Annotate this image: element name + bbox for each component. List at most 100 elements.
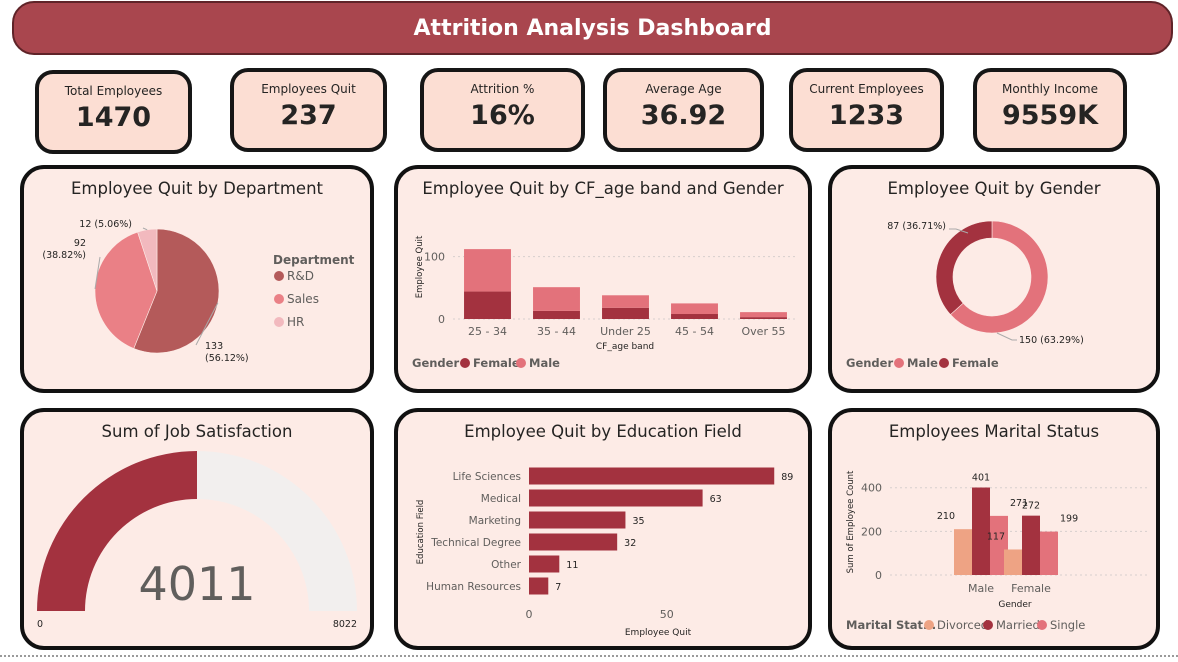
bar-female — [464, 291, 511, 319]
x-axis-label: CF_age band — [596, 342, 654, 352]
legend-title: Department — [273, 253, 355, 267]
legend-marker — [274, 317, 284, 327]
legend-marker — [516, 358, 526, 368]
dashboard-title: Attrition Analysis Dashboard — [413, 15, 772, 41]
pie-data-label: 12 (5.06%) — [79, 219, 132, 230]
donut-slice-female — [935, 220, 993, 316]
x-axis-label: Employee Quit — [625, 628, 692, 638]
x-axis-label: Gender — [998, 600, 1031, 610]
bar-male — [464, 249, 511, 292]
bar-single-female — [1040, 531, 1058, 575]
department-pie-chart[interactable]: 133(56.12%) 92(38.82%) 12 (5.06%) Departmen… — [24, 169, 370, 389]
y-axis-label: Education Field — [416, 500, 426, 565]
legend-label: Male — [907, 356, 938, 370]
kpi-label: Monthly Income — [1001, 82, 1099, 96]
bar-male — [533, 287, 580, 311]
y-axis-label: Sum of Employee Count — [846, 470, 856, 573]
panel-marital-status[interactable]: Employees Marital Status 0 200 400 210 401 27… — [828, 408, 1160, 650]
y-tick-label: Marketing — [469, 515, 521, 527]
bar-male — [740, 312, 787, 318]
x-tick-label: Under 25 — [600, 325, 651, 338]
education-field-bar-chart[interactable]: Life Sciences 89 Medical 63 Marketing 35 Techn… — [398, 412, 808, 646]
gender-donut-chart[interactable]: 150 (63.29%) 87 (36.71%) Gender Male Female — [832, 169, 1156, 389]
kpi-card-employees-quit[interactable]: Employees Quit 237 — [230, 68, 387, 152]
kpi-card-average-age[interactable]: Average Age 36.92 — [603, 68, 764, 152]
kpi-value: 36.92 — [640, 100, 727, 131]
y-tick-label: Human Resources — [426, 581, 521, 593]
bar-human-resources — [529, 577, 549, 595]
bar-data-label: 401 — [972, 473, 990, 484]
bar-male — [602, 295, 649, 308]
x-tick-label: 45 - 54 — [675, 325, 714, 338]
bar-data-label: 210 — [937, 511, 955, 522]
legend-marker — [983, 620, 993, 630]
y-tick-label: 0 — [438, 313, 445, 326]
legend-label: Female — [473, 356, 520, 370]
legend-title: Gender — [412, 356, 459, 370]
kpi-card-current-employees[interactable]: Current Employees 1233 — [789, 68, 944, 152]
bar-data-label: 11 — [566, 560, 578, 571]
x-tick-label: Male — [968, 582, 994, 595]
bar-female — [602, 307, 649, 319]
legend-label: HR — [287, 315, 304, 329]
panel-quit-by-department[interactable]: Employee Quit by Department 133 (56.12%) 9… — [20, 165, 374, 393]
marital-status-bar-chart[interactable]: 0200400210401271Male117272199FemaleGende… — [832, 412, 1156, 646]
bar-divorced-male — [954, 529, 972, 575]
y-tick-label: Other — [491, 559, 521, 571]
legend-title: Gender — [846, 356, 893, 370]
bar-data-label: 89 — [781, 472, 793, 483]
kpi-card-total-employees[interactable]: Total Employees 1470 — [35, 70, 192, 154]
y-axis-label: Employee Quit — [415, 235, 425, 298]
pie-data-label-percent: (38.82%) — [42, 250, 86, 261]
y-tick-label: 0 — [875, 569, 882, 582]
legend-marker — [274, 271, 284, 281]
dashboard-title-bar: Attrition Analysis Dashboard — [12, 1, 1173, 55]
x-tick-label: 50 — [660, 608, 674, 621]
bar-divorced-female — [1004, 549, 1022, 575]
y-tick-label: 100 — [424, 251, 445, 264]
panel-quit-by-gender[interactable]: Employee Quit by Gender 150 (63.29%) 87 (… — [828, 165, 1160, 393]
bar-data-label: 63 — [710, 494, 722, 505]
kpi-value: 9559K — [1001, 100, 1099, 131]
x-tick-label: 0 — [526, 608, 533, 621]
job-satisfaction-gauge[interactable]: 4011 0 8022 — [24, 412, 370, 646]
x-tick-label: Female — [1011, 582, 1051, 595]
legend-label: Single — [1050, 618, 1085, 632]
bar-data-label: 32 — [624, 538, 636, 549]
panel-quit-by-age-gender[interactable]: Employee Quit by CF_age band and Gender … — [394, 165, 812, 393]
legend-marker — [939, 358, 949, 368]
kpi-value: 237 — [280, 100, 337, 131]
kpi-value: 1233 — [828, 100, 905, 131]
x-tick-label: 25 - 34 — [468, 325, 507, 338]
pie-data-label-percent: (56.12%) — [205, 353, 249, 364]
bar-male — [671, 303, 718, 315]
gauge-max-label: 8022 — [333, 619, 357, 630]
kpi-value: 16% — [470, 100, 535, 131]
y-tick-label: Life Sciences — [453, 471, 521, 483]
bottom-divider — [0, 655, 1178, 657]
x-tick-label: 35 - 44 — [537, 325, 576, 338]
gauge-value: 4011 — [138, 557, 255, 611]
kpi-label: Current Employees — [809, 82, 924, 96]
panel-quit-by-education[interactable]: Employee Quit by Education Field Life Sc… — [394, 408, 812, 650]
legend-marker — [894, 358, 904, 368]
bar-data-label: 7 — [555, 582, 561, 593]
panel-job-satisfaction[interactable]: Sum of Job Satisfaction 4011 0 8022 — [20, 408, 374, 650]
kpi-card-monthly-income[interactable]: Monthly Income 9559K — [973, 68, 1127, 152]
pie-leader-line — [142, 227, 148, 231]
y-tick-label: Medical — [481, 493, 521, 505]
bar-married-female — [1022, 515, 1040, 575]
x-tick-label: Over 55 — [742, 325, 786, 338]
bar-data-label: 117 — [987, 531, 1005, 542]
bar-other — [529, 555, 560, 573]
kpi-value: 1470 — [75, 102, 152, 133]
pie-data-label: 92 — [74, 238, 86, 249]
bar-marketing — [529, 511, 626, 529]
donut-leader-line — [996, 332, 1017, 341]
y-tick-label: 200 — [861, 525, 882, 538]
bar-data-label: 272 — [1022, 501, 1040, 512]
kpi-card-attrition-percent[interactable]: Attrition % 16% — [420, 68, 585, 152]
age-band-stacked-bar-chart[interactable]: 0 100 25 - 34 35 - 44 Under 25 45 - 54 Over 55… — [398, 169, 808, 389]
bar-medical — [529, 489, 703, 507]
kpi-label: Total Employees — [64, 84, 163, 98]
